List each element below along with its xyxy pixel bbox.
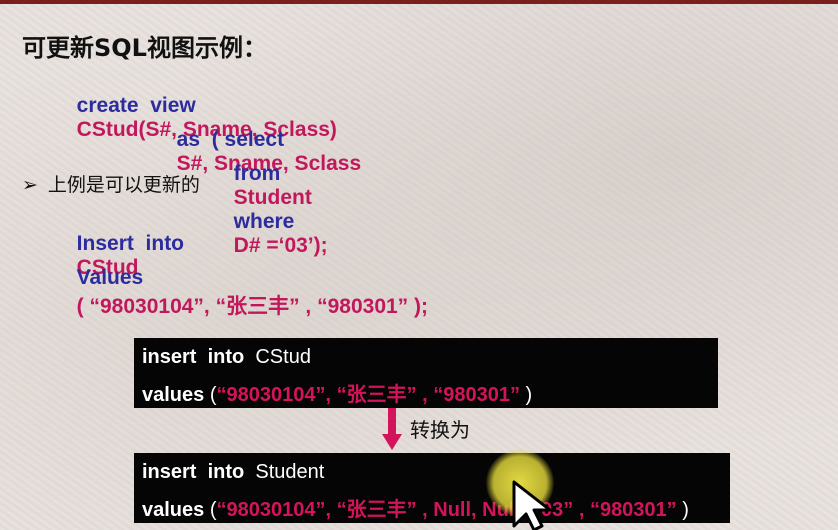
keyword-values: Values: [76, 266, 144, 289]
box2-open-paren: (: [204, 499, 217, 521]
sql-box-converted: insert into Student values (“98030104”, …: [134, 453, 730, 523]
top-accent-bar: [0, 0, 838, 4]
convert-label: 转换为: [410, 418, 470, 442]
box1-keyword-values: values: [142, 384, 205, 406]
box2-keyword-values: values: [142, 499, 205, 521]
box2-keyword-insert-into: insert into: [142, 461, 245, 483]
table-name: Student: [233, 186, 312, 209]
box1-open-paren: (: [204, 384, 217, 406]
bullet-item: ➢ 上例是可以更新的: [22, 170, 200, 197]
sql-box-original: insert into CStud values (“98030104”, “张…: [134, 338, 718, 408]
slide-title: 可更新SQL视图示例：: [22, 34, 267, 62]
code-line-values: Values ( “98030104”, “张三丰” , “980301” );: [65, 242, 428, 320]
box2-target: Student: [255, 461, 325, 483]
down-arrow-icon: [382, 408, 402, 452]
box1-values-line: values (“98030104”, “张三丰” , “980301” ): [142, 378, 532, 407]
code-line-from-where: from Student where D# =‘03’);: [222, 138, 328, 258]
mouse-cursor-icon: [512, 480, 552, 530]
keyword-from: from: [233, 162, 281, 185]
box1-close-paren: ): [520, 384, 533, 406]
box2-values-line: values (“98030104”, “张三丰” , Null, Null, …: [142, 493, 689, 522]
bullet-text: 上例是可以更新的: [47, 174, 200, 196]
box1-insert-line: insert into CStud: [142, 346, 311, 369]
box2-values-red: “98030104”, “张三丰” , Null, Null, “03” , “…: [216, 499, 677, 521]
box2-insert-line: insert into Student: [142, 461, 324, 484]
box1-target: CStud: [255, 346, 311, 368]
box1-values-red: “98030104”, “张三丰” , “980301”: [216, 384, 520, 406]
box2-close-paren: ): [676, 499, 689, 521]
box1-keyword-insert-into: insert into: [142, 346, 245, 368]
keyword-where: where: [233, 210, 295, 233]
values-list: ( “98030104”, “张三丰” , “980301” );: [76, 295, 429, 318]
bullet-arrow-icon: ➢: [22, 174, 38, 196]
